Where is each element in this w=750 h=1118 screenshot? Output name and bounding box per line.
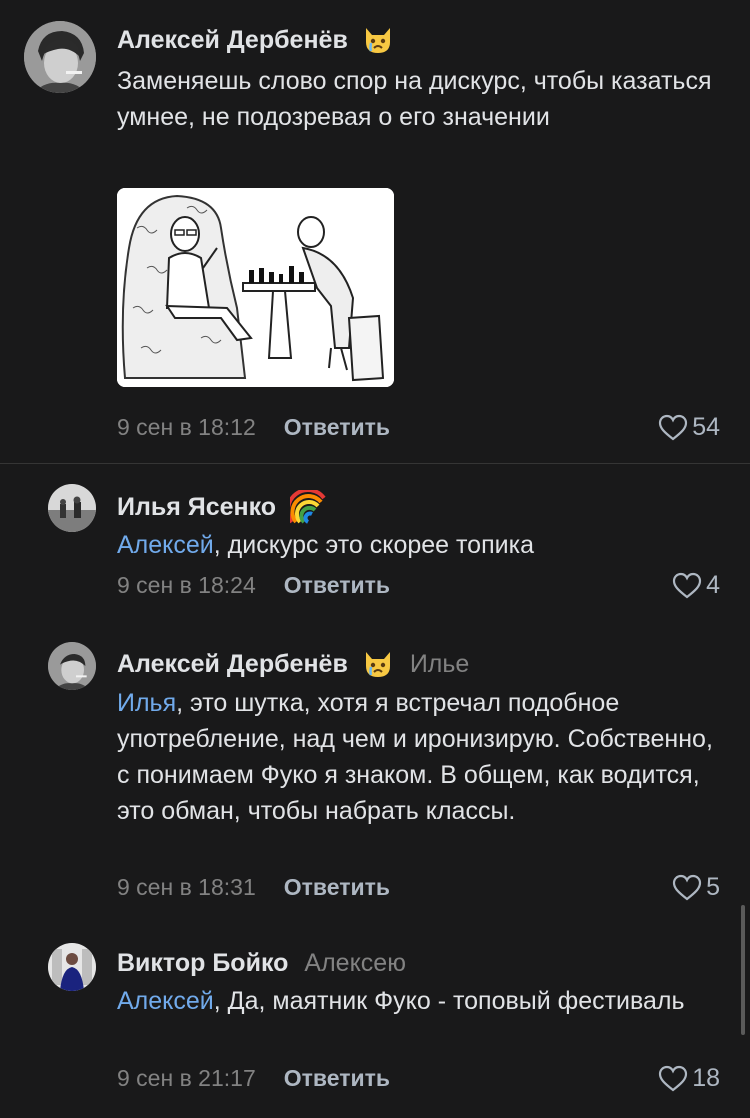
divider — [0, 463, 750, 464]
heart-icon — [672, 874, 702, 900]
comment-author[interactable]: Виктор Бойко Алексею — [117, 949, 406, 978]
comment-text: Заменяешь слово спор на дискурс, чтобы к… — [117, 67, 712, 131]
avatar[interactable] — [48, 943, 96, 991]
heart-icon — [659, 1065, 688, 1091]
comment-text: Алексей, Да, маятник Фуко - топовый фест… — [117, 983, 717, 1019]
comment-time[interactable]: 9 сен в 18:24 — [117, 572, 256, 599]
user-photo-icon — [48, 484, 96, 532]
comment-body: , Да, маятник Фуко - топовый фестиваль — [213, 987, 685, 1015]
comment-text: Илья, это шутка, хотя я встречал подобно… — [117, 685, 717, 829]
avatar[interactable] — [24, 21, 96, 93]
comment-time[interactable]: 9 сен в 18:31 — [117, 874, 256, 901]
crying-cat-icon — [362, 648, 394, 680]
reply-button[interactable]: Ответить — [284, 414, 390, 441]
reply-to-label[interactable]: Илье — [410, 650, 470, 679]
comment-body: , дискурс это скорее топика — [213, 531, 534, 559]
rainbow-icon — [286, 488, 326, 524]
comment-meta: 9 сен в 21:17 Ответить 18 — [117, 1064, 720, 1093]
user-photo-icon — [48, 642, 96, 690]
author-name[interactable]: Алексей Дербенёв — [117, 26, 348, 55]
comment-author[interactable]: Илья Ясенко — [117, 488, 326, 524]
crying-cat-icon — [362, 24, 394, 56]
chess-meme-image[interactable] — [117, 188, 394, 387]
comment-meta: 9 сен в 18:12 Ответить 54 — [117, 413, 720, 442]
user-photo-icon — [24, 21, 96, 93]
comment-meta: 9 сен в 18:24 Ответить 4 — [117, 571, 720, 600]
user-photo-icon — [48, 943, 96, 991]
like-button[interactable]: 18 — [658, 1064, 720, 1093]
heart-icon — [659, 414, 688, 440]
comment-meta: 9 сен в 18:31 Ответить 5 — [117, 873, 720, 902]
avatar[interactable] — [48, 642, 96, 690]
scrollbar[interactable] — [741, 905, 745, 1035]
like-count: 5 — [706, 873, 720, 901]
comment-time[interactable]: 9 сен в 18:12 — [117, 414, 256, 441]
comment-time[interactable]: 9 сен в 21:17 — [117, 1065, 256, 1092]
reply-button[interactable]: Ответить — [284, 572, 390, 599]
author-name[interactable]: Илья Ясенко — [117, 493, 276, 522]
like-button[interactable]: 54 — [658, 413, 720, 442]
like-count: 4 — [706, 571, 720, 599]
reply-button[interactable]: Ответить — [284, 874, 390, 901]
mention-link[interactable]: Илья — [117, 689, 176, 717]
mention-link[interactable]: Алексей — [117, 531, 214, 559]
comment-body: , это шутка, хотя я встречал подобное уп… — [117, 689, 713, 825]
comment-text: Алексей, дискурс это скорее топика — [117, 527, 717, 563]
heart-icon — [672, 572, 702, 598]
author-name[interactable]: Виктор Бойко — [117, 949, 288, 978]
like-count: 18 — [692, 1064, 720, 1092]
reply-to-label[interactable]: Алексею — [304, 949, 406, 978]
like-button[interactable]: 4 — [672, 571, 720, 600]
author-name[interactable]: Алексей Дербенёв — [117, 650, 348, 679]
comment-author[interactable]: Алексей Дербенёв Илье — [117, 648, 469, 680]
mention-link[interactable]: Алексей — [117, 987, 214, 1015]
like-count: 54 — [692, 413, 720, 441]
comment-author[interactable]: Алексей Дербенёв — [117, 24, 394, 56]
reply-button[interactable]: Ответить — [284, 1065, 390, 1092]
avatar[interactable] — [48, 484, 96, 532]
like-button[interactable]: 5 — [672, 873, 720, 902]
meme-drawing — [117, 188, 394, 387]
